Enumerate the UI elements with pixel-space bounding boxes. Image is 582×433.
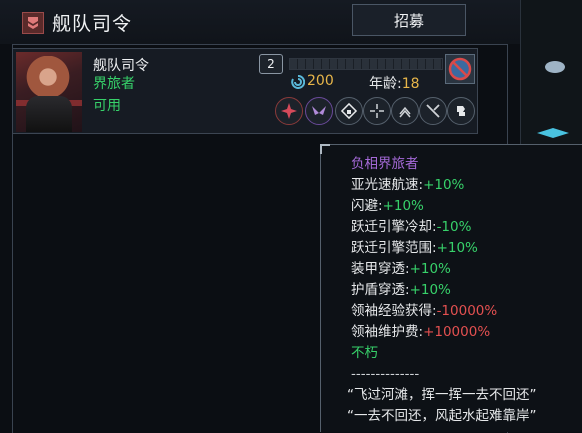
officer-status: 可用 — [93, 98, 121, 114]
tooltip-corner — [320, 144, 330, 154]
page-title: 舰队司令 — [52, 13, 133, 35]
stat-label: 护盾穿透: — [351, 282, 410, 298]
skill-bar — [275, 97, 475, 127]
upgrade-arrow-icon[interactable] — [391, 97, 419, 125]
recruit-button[interactable]: 招募 — [352, 4, 466, 36]
blade-icon[interactable] — [419, 97, 447, 125]
stat-value: +10% — [382, 198, 424, 214]
officer-card[interactable]: 舰队司令 界旅者 可用 2 200 年龄:18 — [12, 48, 478, 134]
flavor-quote-2: “一去不回还，风起水起难靠岸” — [347, 408, 537, 424]
stat-row: 跃迁引擎冷却:-10% — [351, 217, 541, 238]
stat-label: 亚光速航速: — [351, 177, 424, 193]
stat-value: +10000% — [423, 324, 491, 340]
stat-value: +10% — [409, 282, 451, 298]
ship-icon[interactable] — [533, 124, 573, 142]
upkeep-cost: 200 — [307, 73, 334, 89]
stat-value: -10000% — [436, 303, 498, 319]
rank-badge-icon — [22, 12, 44, 34]
stat-value: -10% — [436, 219, 472, 235]
stat-row: 护盾穿透:+10% — [351, 280, 541, 301]
xp-bar — [289, 58, 443, 70]
stat-row: 跃迁引擎范围:+10% — [351, 238, 541, 259]
stat-label: 领袖经验获得: — [351, 303, 437, 319]
stat-label: 跃迁引擎范围: — [351, 240, 437, 256]
flavor-quote-1: “飞过河滩，挥一挥一去不回还” — [347, 387, 537, 403]
stat-row: 亚光速航速:+10% — [351, 175, 541, 196]
dismiss-button[interactable] — [445, 54, 475, 84]
stat-row: 领袖维护费:+10000% — [351, 322, 541, 343]
stat-row: 领袖经验获得:-10000% — [351, 301, 541, 322]
dismiss-icon — [448, 57, 472, 81]
upkeep-icon — [291, 75, 305, 89]
stat-label: 跃迁引擎冷却: — [351, 219, 437, 235]
level-badge: 2 — [259, 54, 283, 74]
age-value: 18 — [401, 76, 420, 92]
stat-label: 闪避: — [351, 198, 383, 214]
top-bar: 舰队司令 招募 — [0, 0, 520, 44]
starburst-icon[interactable] — [275, 97, 303, 125]
tooltip-title: 负相界旅者 — [351, 156, 419, 172]
stat-label: 装甲穿透: — [351, 261, 410, 277]
officer-portrait — [16, 52, 82, 132]
age-label: 年龄: — [369, 76, 402, 92]
crosshair-icon[interactable] — [363, 97, 391, 125]
officer-class: 界旅者 — [93, 76, 135, 92]
stat-value: +10% — [436, 240, 478, 256]
shield-swap-icon[interactable] — [447, 97, 475, 125]
stat-label: 领袖维护费: — [351, 324, 424, 340]
stat-row: 闪避:+10% — [351, 196, 541, 217]
stat-row: 装甲穿透:+10% — [351, 259, 541, 280]
shield-icon[interactable] — [335, 97, 363, 125]
age-display: 年龄:18 — [369, 73, 420, 93]
wings-icon[interactable] — [305, 97, 333, 125]
tooltip-separator: -------------- — [351, 366, 420, 382]
trait-name: 不朽 — [351, 345, 378, 361]
stat-value: +10% — [409, 261, 451, 277]
stat-value: +10% — [423, 177, 465, 193]
officer-name: 舰队司令 — [93, 58, 149, 74]
ship-icon[interactable] — [533, 58, 573, 76]
trait-tooltip: 负相界旅者 亚光速航速:+10% 闪避:+10% 跃迁引擎冷却:-10% 跃迁引擎范围… — [320, 144, 582, 432]
